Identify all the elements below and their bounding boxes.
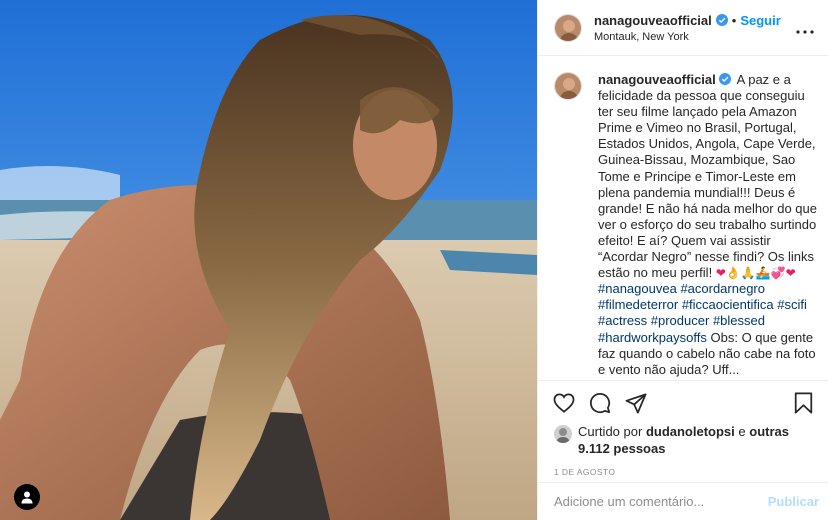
like-button[interactable] bbox=[552, 391, 576, 415]
separator-dot: • bbox=[731, 12, 737, 28]
comment-input[interactable] bbox=[554, 494, 768, 509]
hashtag-link[interactable]: #nanagouvea bbox=[598, 281, 677, 296]
avatar[interactable] bbox=[554, 13, 582, 42]
liker-username[interactable]: dudanoletopsi bbox=[646, 424, 735, 439]
share-button[interactable] bbox=[624, 391, 648, 415]
hashtag-link[interactable]: #actress bbox=[598, 313, 647, 328]
person-icon bbox=[21, 491, 33, 504]
hashtag-link[interactable]: #hardworkpaysoffs bbox=[598, 330, 707, 345]
liker-avatar[interactable] bbox=[554, 425, 572, 443]
liked-by-prefix: Curtido por bbox=[578, 424, 643, 439]
action-bar bbox=[538, 385, 828, 421]
ellipsis-icon bbox=[796, 29, 814, 34]
paper-plane-icon bbox=[625, 393, 647, 413]
hashtag-link[interactable]: #producer bbox=[651, 313, 710, 328]
more-options-button[interactable] bbox=[792, 22, 818, 34]
save-button[interactable] bbox=[791, 391, 815, 415]
user-tag-button[interactable] bbox=[14, 484, 40, 510]
comment-button[interactable] bbox=[588, 391, 612, 415]
post-actions-section: Curtido por dudanoletopsi e outras 9.112… bbox=[538, 380, 828, 477]
comment-box: Publicar bbox=[538, 482, 828, 520]
verified-badge-icon bbox=[715, 14, 728, 26]
instagram-post: nanagouveaofficial • Seguir Montauk, New… bbox=[0, 0, 828, 520]
caption-area: nanagouveaofficial A paz e a felicidade … bbox=[538, 56, 828, 380]
photo-image bbox=[0, 0, 537, 520]
caption-avatar[interactable] bbox=[554, 72, 582, 100]
caption-username[interactable]: nanagouveaofficial bbox=[598, 72, 716, 87]
post-side-panel: nanagouveaofficial • Seguir Montauk, New… bbox=[537, 0, 828, 520]
verified-badge-icon bbox=[718, 73, 731, 85]
post-username[interactable]: nanagouveaofficial bbox=[594, 13, 712, 28]
bookmark-icon bbox=[794, 392, 812, 414]
post-photo[interactable] bbox=[0, 0, 537, 520]
caption-text: nanagouveaofficial A paz e a felicidade … bbox=[598, 72, 818, 380]
post-header: nanagouveaofficial • Seguir Montauk, New… bbox=[538, 0, 828, 56]
likes-summary: Curtido por dudanoletopsi e outras 9.112… bbox=[538, 423, 828, 457]
likes-text: Curtido por dudanoletopsi e outras 9.112… bbox=[578, 423, 813, 457]
post-date[interactable]: 1 de agosto bbox=[538, 467, 828, 477]
hashtag-link[interactable]: #blessed bbox=[713, 313, 765, 328]
hashtag-link[interactable]: #scifi bbox=[777, 297, 807, 312]
hashtag-link[interactable]: #acordarnegro bbox=[680, 281, 765, 296]
heart-icon bbox=[553, 393, 575, 413]
caption-body: A paz e a felicidade da pessoa que conse… bbox=[598, 72, 818, 281]
follow-button[interactable]: Seguir bbox=[740, 13, 780, 28]
caption-emojis: ❤👌🙏🚣💞❤ bbox=[715, 266, 796, 281]
hashtag-link[interactable]: #ficcaocientifica bbox=[682, 297, 774, 312]
location-link[interactable]: Montauk, New York bbox=[594, 31, 792, 43]
publish-button[interactable]: Publicar bbox=[768, 494, 819, 509]
hashtag-link[interactable]: #filmedeterror bbox=[598, 297, 678, 312]
comment-icon bbox=[590, 393, 611, 414]
liked-by-middle: e bbox=[738, 424, 746, 439]
